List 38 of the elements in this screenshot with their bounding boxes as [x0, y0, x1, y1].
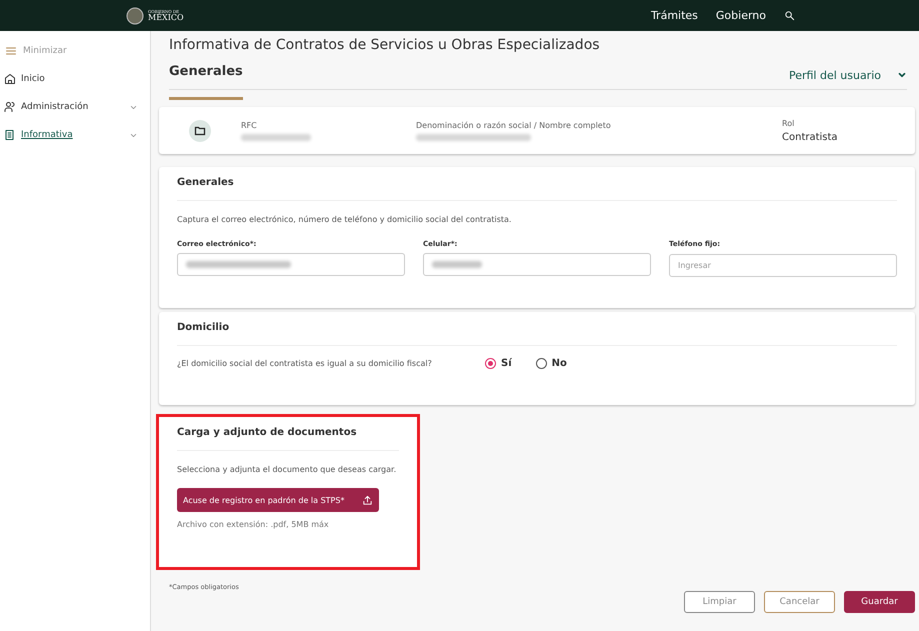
- action-button[interactable]: Cancelar: [764, 591, 835, 613]
- sidebar-item[interactable]: Administración: [0, 97, 150, 117]
- radio-option[interactable]: Sí: [485, 358, 512, 369]
- field-label: Rol: [782, 118, 796, 128]
- profile-toggle[interactable]: Perfil del usuario: [788, 68, 911, 96]
- question-text: ¿El domicilio social del contratista es igual a su domicilio fiscal?: [177, 359, 433, 368]
- section-title: Carga y adjunto de documentos: [177, 427, 399, 451]
- nav-link[interactable]: Trámites: [650, 9, 698, 22]
- section-title: Generales: [177, 177, 897, 201]
- sidebar-item[interactable]: Informativa: [0, 125, 150, 145]
- upload-button[interactable]: Acuse de registro en padrón de la STPS*: [177, 488, 380, 512]
- section-title: Domicilio: [177, 322, 897, 346]
- radio-option[interactable]: No: [536, 358, 567, 369]
- search-icon: [784, 10, 795, 21]
- folder-icon: [189, 120, 211, 142]
- section-description: Selecciona y adjunta el documento que deseas cargar.: [177, 465, 398, 474]
- tab[interactable]: Generales: [169, 64, 243, 100]
- redacted-text: [241, 134, 311, 140]
- menu-icon: [4, 45, 18, 57]
- sidebar-item[interactable]: Inicio: [0, 69, 150, 89]
- section-description: Captura el correo electrónico, número de teléfono y domicilio social del contratista.: [177, 215, 512, 224]
- upload-hint: Archivo con extensión: .pdf, 5MB máx: [177, 520, 330, 529]
- field-value: Contratista: [782, 132, 839, 142]
- action-button[interactable]: Guardar: [844, 591, 915, 613]
- page-title: Informativa de Contratos de Servicios u Obras Especializados: [169, 36, 601, 54]
- field-label: Denominación o razón social / Nombre completo: [416, 120, 611, 130]
- chevron-down-icon: [897, 70, 907, 80]
- logo-text: MÉXICO: [148, 14, 184, 22]
- input-field[interactable]: [177, 253, 405, 276]
- nav-link[interactable]: Gobierno: [716, 9, 766, 22]
- field-label: RFC: [241, 120, 258, 130]
- upload-icon: [362, 494, 374, 506]
- people-icon: [4, 101, 16, 113]
- input-field[interactable]: Ingresar: [669, 254, 897, 277]
- input-field[interactable]: [423, 253, 651, 276]
- action-button[interactable]: Limpiar: [684, 591, 755, 613]
- house-icon: [4, 73, 16, 85]
- document-icon: [4, 129, 16, 141]
